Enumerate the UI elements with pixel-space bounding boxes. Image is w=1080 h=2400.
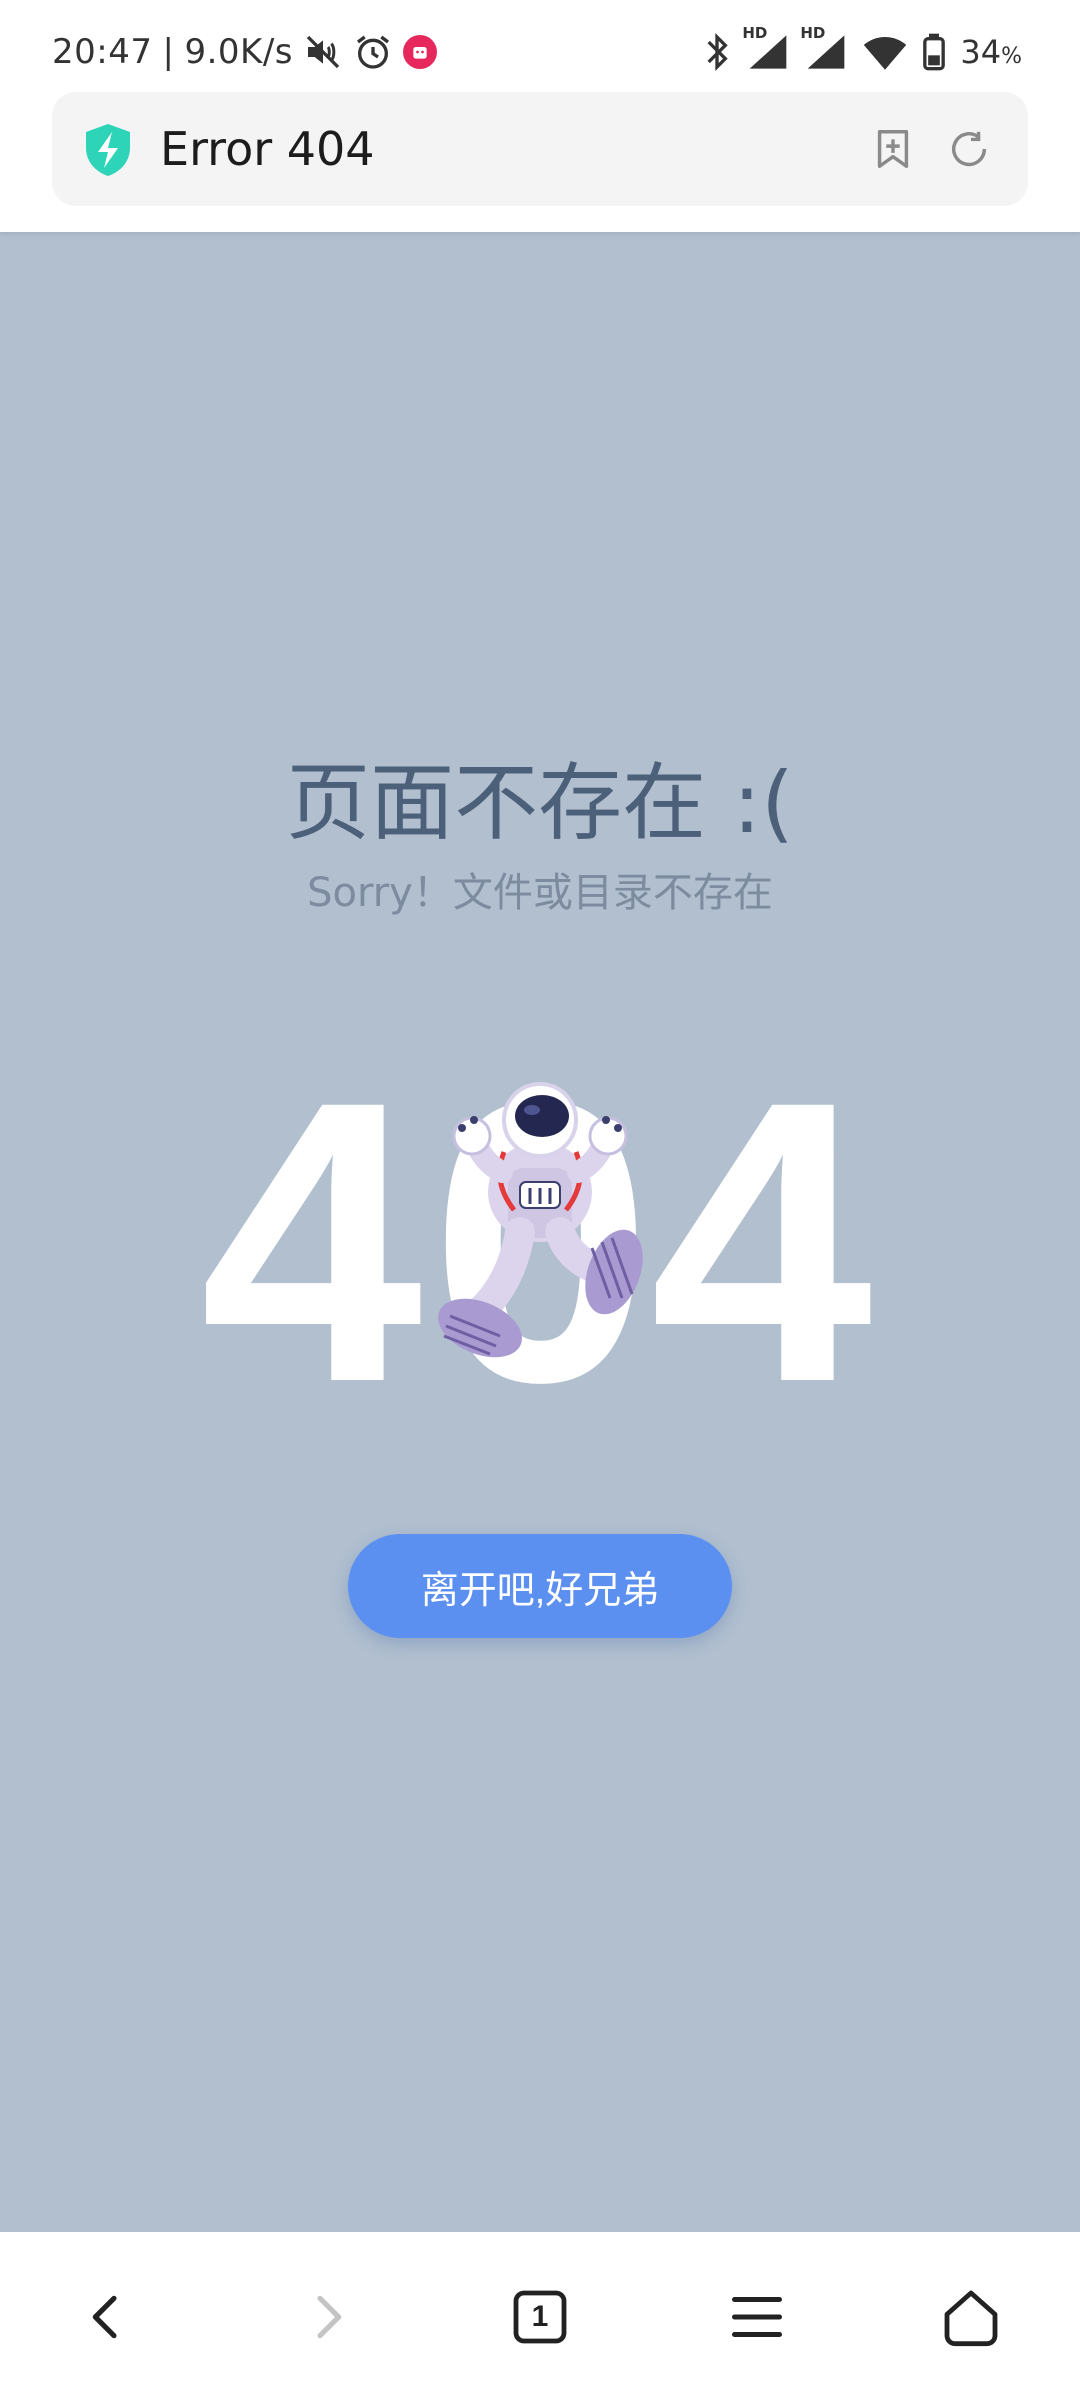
menu-button[interactable]	[712, 2272, 802, 2362]
error-digit: 4	[650, 1018, 873, 1465]
browser-header: Error 404	[0, 92, 1080, 232]
battery-percent: 34	[960, 33, 1002, 71]
hd-badge: HD	[742, 24, 768, 42]
error-digit: 4	[200, 1018, 423, 1465]
menu-icon	[732, 2297, 782, 2337]
tabs-button[interactable]: 1	[495, 2272, 585, 2362]
battery-icon	[922, 32, 946, 72]
status-time: 20:47	[52, 32, 153, 72]
app-notification-icon	[403, 35, 437, 69]
leave-button[interactable]: 离开吧,好兄弟	[348, 1534, 732, 1638]
wifi-icon	[862, 32, 908, 72]
alarm-icon	[353, 32, 393, 72]
tab-count: 1	[531, 2300, 549, 2333]
signal-icon: HD	[800, 24, 848, 72]
status-left: 20:47 | 9.0K/s	[52, 28, 437, 76]
home-icon	[944, 2290, 998, 2347]
page-subtitle: Sorry！文件或目录不存在	[307, 870, 773, 916]
mute-icon	[303, 32, 343, 72]
hd-badge: HD	[800, 24, 826, 42]
bookmark-add-icon[interactable]	[870, 126, 916, 176]
page-content: 页面不存在 :( Sorry！文件或目录不存在 4 0 4	[0, 232, 1080, 2232]
battery-unit: %	[1001, 44, 1022, 69]
forward-icon	[317, 2295, 342, 2339]
forward-button[interactable]	[282, 2272, 372, 2362]
status-separator: |	[162, 32, 175, 72]
battery-level: 34%	[960, 33, 1022, 71]
address-bar[interactable]: Error 404	[52, 92, 1028, 206]
back-icon	[92, 2295, 117, 2339]
page-heading: 页面不存在 :(	[286, 754, 794, 852]
shield-icon[interactable]	[82, 122, 134, 182]
bottom-navigation: 1	[0, 2232, 1080, 2400]
status-right: HD HD 34%	[702, 24, 1022, 76]
network-speed: 9.0K/s	[184, 32, 293, 72]
astronaut-illustration	[438, 1082, 643, 1358]
back-button[interactable]	[62, 2272, 152, 2362]
page-title-display[interactable]: Error 404	[160, 92, 375, 206]
reload-icon[interactable]	[946, 126, 992, 176]
status-bar: 20:47 | 9.0K/s HD HD 34%	[0, 0, 1080, 92]
signal-icon: HD	[742, 24, 790, 72]
home-button[interactable]	[926, 2272, 1016, 2362]
bluetooth-icon	[702, 32, 732, 72]
